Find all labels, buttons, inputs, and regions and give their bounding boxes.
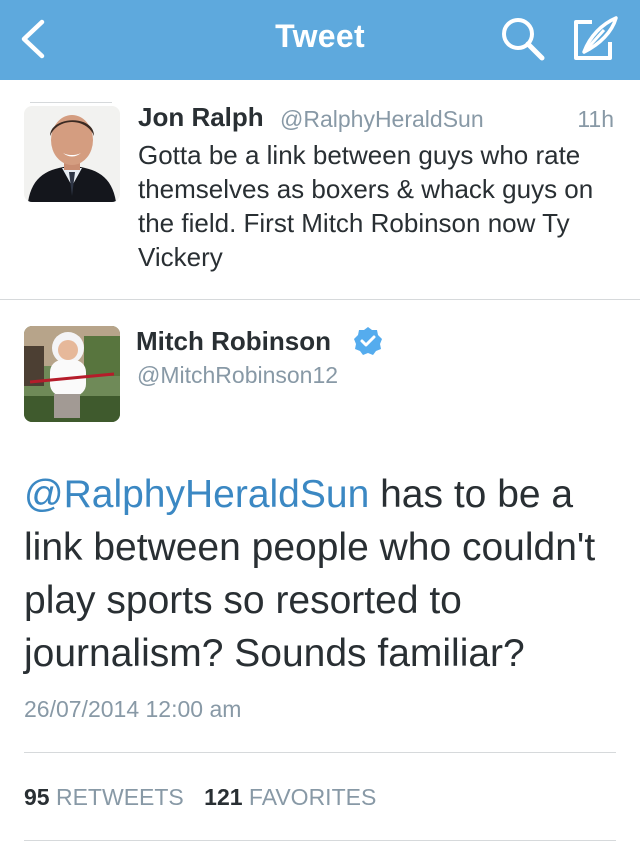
author-handle[interactable]: @MitchRobinson12 xyxy=(137,362,338,389)
in-reply-to-tweet[interactable]: Jon Ralph @RalphyHeraldSun 11h Gotta be … xyxy=(0,80,640,300)
verified-badge-icon xyxy=(354,327,382,355)
author-name[interactable]: Jon Ralph xyxy=(138,102,264,133)
compose-icon[interactable] xyxy=(570,14,620,64)
tweet-stats: 95 RETWEETS 121 FAVORITES xyxy=(24,784,376,811)
avatar[interactable] xyxy=(24,326,120,422)
author-handle[interactable]: @RalphyHeraldSun xyxy=(280,106,484,133)
retweets-count: 95 xyxy=(24,784,50,810)
avatar[interactable] xyxy=(24,106,120,202)
favorites-count: 121 xyxy=(204,784,243,810)
mention-link[interactable]: @RalphyHeraldSun xyxy=(24,473,369,516)
tweet-text: Gotta be a link between guys who rate th… xyxy=(138,140,594,272)
divider xyxy=(30,102,112,103)
divider xyxy=(24,840,616,841)
divider xyxy=(24,752,616,753)
search-icon[interactable] xyxy=(500,16,546,62)
favorites-stat[interactable]: 121 FAVORITES xyxy=(204,784,376,811)
tweet-text: @RalphyHeraldSun has to be a link betwee… xyxy=(24,468,624,680)
navbar: Tweet xyxy=(0,0,640,80)
author-name[interactable]: Mitch Robinson xyxy=(136,326,331,357)
favorites-label: FAVORITES xyxy=(248,784,377,810)
main-tweet: Mitch Robinson @MitchRobinson12 @RalphyH… xyxy=(0,300,640,842)
tweet-date: 26/07/2014 12:00 am xyxy=(24,696,242,722)
chevron-left-icon[interactable] xyxy=(14,18,54,60)
timestamp: 11h xyxy=(577,106,614,132)
retweets-stat[interactable]: 95 RETWEETS xyxy=(24,784,184,811)
retweets-label: RETWEETS xyxy=(55,784,184,810)
